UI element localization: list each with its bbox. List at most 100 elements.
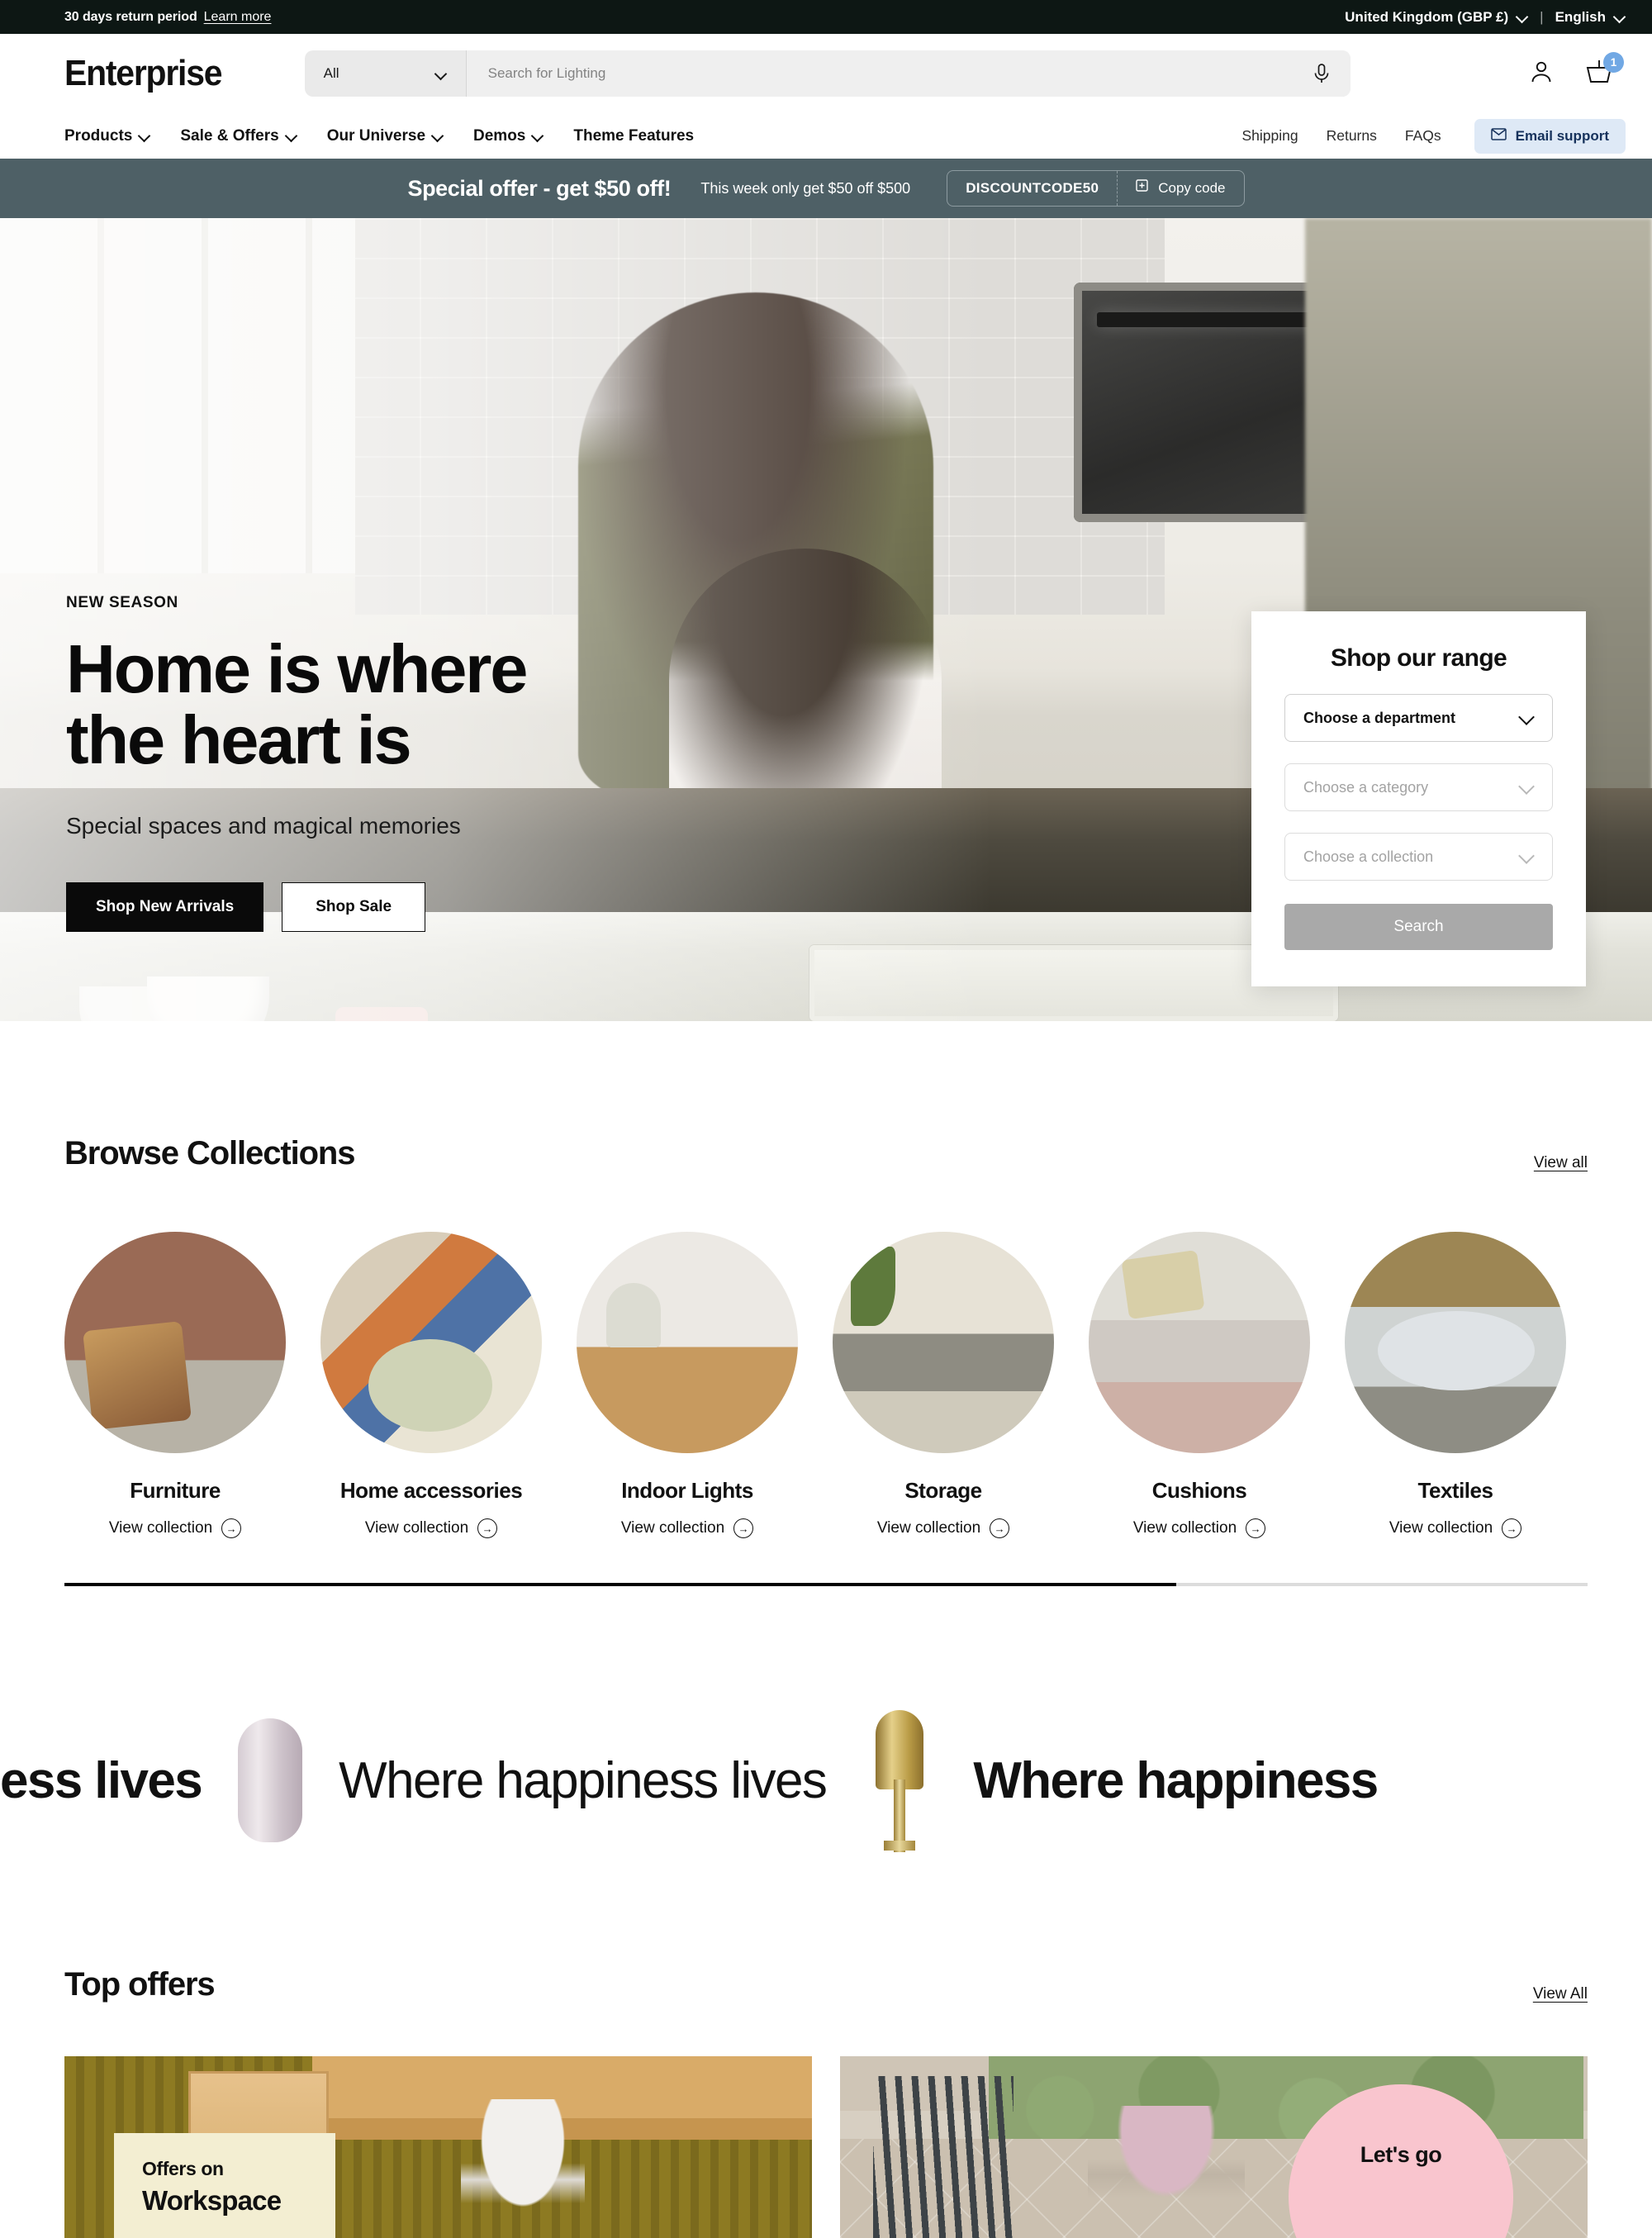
- hero-text-block: NEW SEASON Home is where the heart is Sp…: [66, 594, 528, 932]
- search-category-label: All: [323, 65, 339, 81]
- chevron-down-icon: [433, 131, 444, 141]
- collection-card[interactable]: Indoor Lights View collection →: [577, 1232, 798, 1538]
- hero-eyebrow: NEW SEASON: [66, 594, 178, 611]
- chevron-down-icon: [1615, 12, 1626, 22]
- hero-heading: Home is where the heart is: [66, 633, 528, 777]
- range-search-button[interactable]: Search: [1284, 904, 1553, 950]
- chevron-down-icon: [1521, 780, 1536, 795]
- offer-label-workspace: Offers on Workspace: [114, 2133, 335, 2238]
- search-input[interactable]: Search for Lighting: [488, 65, 606, 82]
- arrow-right-circle-icon: →: [733, 1518, 754, 1538]
- collection-link[interactable]: View collection →: [320, 1518, 542, 1538]
- top-utility-bar: 30 days return period Learn more United …: [0, 0, 1652, 34]
- email-support-button[interactable]: Email support: [1474, 118, 1626, 154]
- collections-scrollbar-thumb[interactable]: [64, 1583, 1177, 1586]
- copy-code-button[interactable]: Copy code: [1117, 171, 1243, 206]
- language-selector[interactable]: English: [1555, 9, 1626, 26]
- collections-carousel[interactable]: Furniture View collection → Home accesso…: [64, 1232, 1588, 1538]
- collection-image: [833, 1232, 1054, 1453]
- chevron-down-icon: [1521, 849, 1536, 864]
- country-currency-label: United Kingdom (GBP £): [1345, 8, 1509, 25]
- shop-range-card: Shop our range Choose a department Choos…: [1251, 611, 1586, 986]
- site-header: Enterprise All Search for Lighting 1: [0, 34, 1652, 113]
- nav-item-label: Demos: [473, 126, 526, 145]
- arrow-right-circle-icon: →: [1502, 1518, 1522, 1538]
- arrow-right-circle-icon: →: [990, 1518, 1010, 1538]
- offers-title: Top offers: [64, 1966, 216, 2003]
- nav-link-returns[interactable]: Returns: [1327, 127, 1377, 145]
- offer-card-workspace[interactable]: Offers on Workspace: [64, 2056, 812, 2238]
- chevron-down-icon: [1517, 12, 1528, 22]
- collection-link[interactable]: View collection →: [1089, 1518, 1310, 1538]
- collection-link-label: View collection: [876, 1519, 981, 1537]
- collection-link-label: View collection: [1389, 1519, 1493, 1537]
- cart-button[interactable]: 1: [1583, 52, 1624, 90]
- chevron-down-icon: [1521, 710, 1536, 725]
- department-select[interactable]: Choose a department: [1284, 694, 1553, 742]
- shop-new-arrivals-button[interactable]: Shop New Arrivals: [66, 881, 264, 932]
- chevron-down-icon: [140, 131, 150, 141]
- nav-link-shipping[interactable]: Shipping: [1241, 127, 1298, 145]
- offer-label-big: Workspace: [142, 2185, 282, 2216]
- primary-navigation: Products Sale & Offers Our Universe Demo…: [0, 113, 1652, 159]
- marquee-fragment-end: Where happiness: [973, 1751, 1379, 1809]
- marquee-strip: ess lives Where happiness lives Where ha…: [0, 1685, 1652, 1875]
- collection-card[interactable]: Home accessories View collection →: [320, 1232, 542, 1538]
- collection-link[interactable]: View collection →: [64, 1518, 286, 1538]
- header-action-icons: 1: [1525, 52, 1626, 90]
- offer-card-outdoor[interactable]: Let's go: [840, 2056, 1588, 2238]
- nav-item-our-universe[interactable]: Our Universe: [327, 127, 444, 145]
- nav-item-sale-offers[interactable]: Sale & Offers: [180, 127, 297, 145]
- offers-header: Top offers View All: [64, 1966, 1588, 2003]
- collections-scrollbar[interactable]: [64, 1583, 1588, 1586]
- nav-main-items: Products Sale & Offers Our Universe Demo…: [64, 127, 694, 145]
- account-button[interactable]: [1525, 57, 1558, 90]
- envelope-icon: [1490, 127, 1507, 145]
- nav-item-products[interactable]: Products: [64, 127, 150, 145]
- language-label: English: [1555, 8, 1606, 25]
- marquee-fragment-start: ess lives: [0, 1751, 203, 1809]
- country-currency-selector[interactable]: United Kingdom (GBP £): [1345, 9, 1528, 26]
- collection-link-label: View collection: [108, 1519, 213, 1537]
- shop-sale-button[interactable]: Shop Sale: [282, 881, 426, 932]
- collection-link[interactable]: View collection →: [1345, 1518, 1566, 1538]
- nav-item-theme-features[interactable]: Theme Features: [573, 127, 694, 145]
- collection-link[interactable]: View collection →: [833, 1518, 1054, 1538]
- copy-code-label: Copy code: [1158, 180, 1226, 196]
- collection-select[interactable]: Choose a collection: [1284, 833, 1553, 881]
- promo-banner: Special offer - get $50 off! This week o…: [0, 159, 1652, 218]
- marquee-phrase: Where happiness lives: [339, 1751, 828, 1809]
- search-input-area[interactable]: Search for Lighting: [466, 50, 1351, 97]
- collections-view-all-link[interactable]: View all: [1534, 1154, 1588, 1172]
- collections-header: Browse Collections View all: [64, 1135, 1588, 1172]
- chevron-down-icon: [436, 69, 447, 79]
- microphone-icon[interactable]: [1313, 63, 1331, 84]
- collection-link[interactable]: View collection →: [577, 1518, 798, 1538]
- browse-collections-section: Browse Collections View all Furniture Vi…: [0, 1135, 1652, 1538]
- search-category-dropdown[interactable]: All: [305, 50, 467, 97]
- promo-code-group: DISCOUNTCODE50 Copy code: [947, 170, 1245, 207]
- offer-cta-label: Let's go: [1360, 2142, 1442, 2167]
- collection-card[interactable]: Cushions View collection →: [1089, 1232, 1310, 1538]
- collection-link-label: View collection: [1132, 1519, 1237, 1537]
- collection-card[interactable]: Storage View collection →: [833, 1232, 1054, 1538]
- hero-cta-group: Shop New Arrivals Shop Sale: [66, 881, 526, 932]
- collection-card[interactable]: Textiles View collection →: [1345, 1232, 1566, 1538]
- collection-name: Indoor Lights: [621, 1478, 753, 1503]
- offers-view-all-link[interactable]: View All: [1533, 1985, 1588, 2003]
- table-lamp-decoration-icon: [854, 1710, 945, 1852]
- nav-link-faqs[interactable]: FAQs: [1405, 127, 1441, 145]
- user-account-icon: [1528, 59, 1555, 89]
- site-logo[interactable]: Enterprise: [64, 53, 223, 94]
- collection-image: [320, 1232, 542, 1453]
- category-select[interactable]: Choose a category: [1284, 763, 1553, 811]
- promo-title: Special offer - get $50 off!: [407, 175, 672, 201]
- collection-link-label: View collection: [364, 1519, 469, 1537]
- collection-card[interactable]: Furniture View collection →: [64, 1232, 286, 1538]
- nav-item-label: Our Universe: [326, 126, 426, 145]
- learn-more-link[interactable]: Learn more: [204, 10, 272, 25]
- department-select-label: Choose a department: [1303, 709, 1456, 726]
- promo-subtitle: This week only get $50 off $500: [700, 179, 911, 197]
- collection-image: [1089, 1232, 1310, 1453]
- nav-item-demos[interactable]: Demos: [473, 127, 544, 145]
